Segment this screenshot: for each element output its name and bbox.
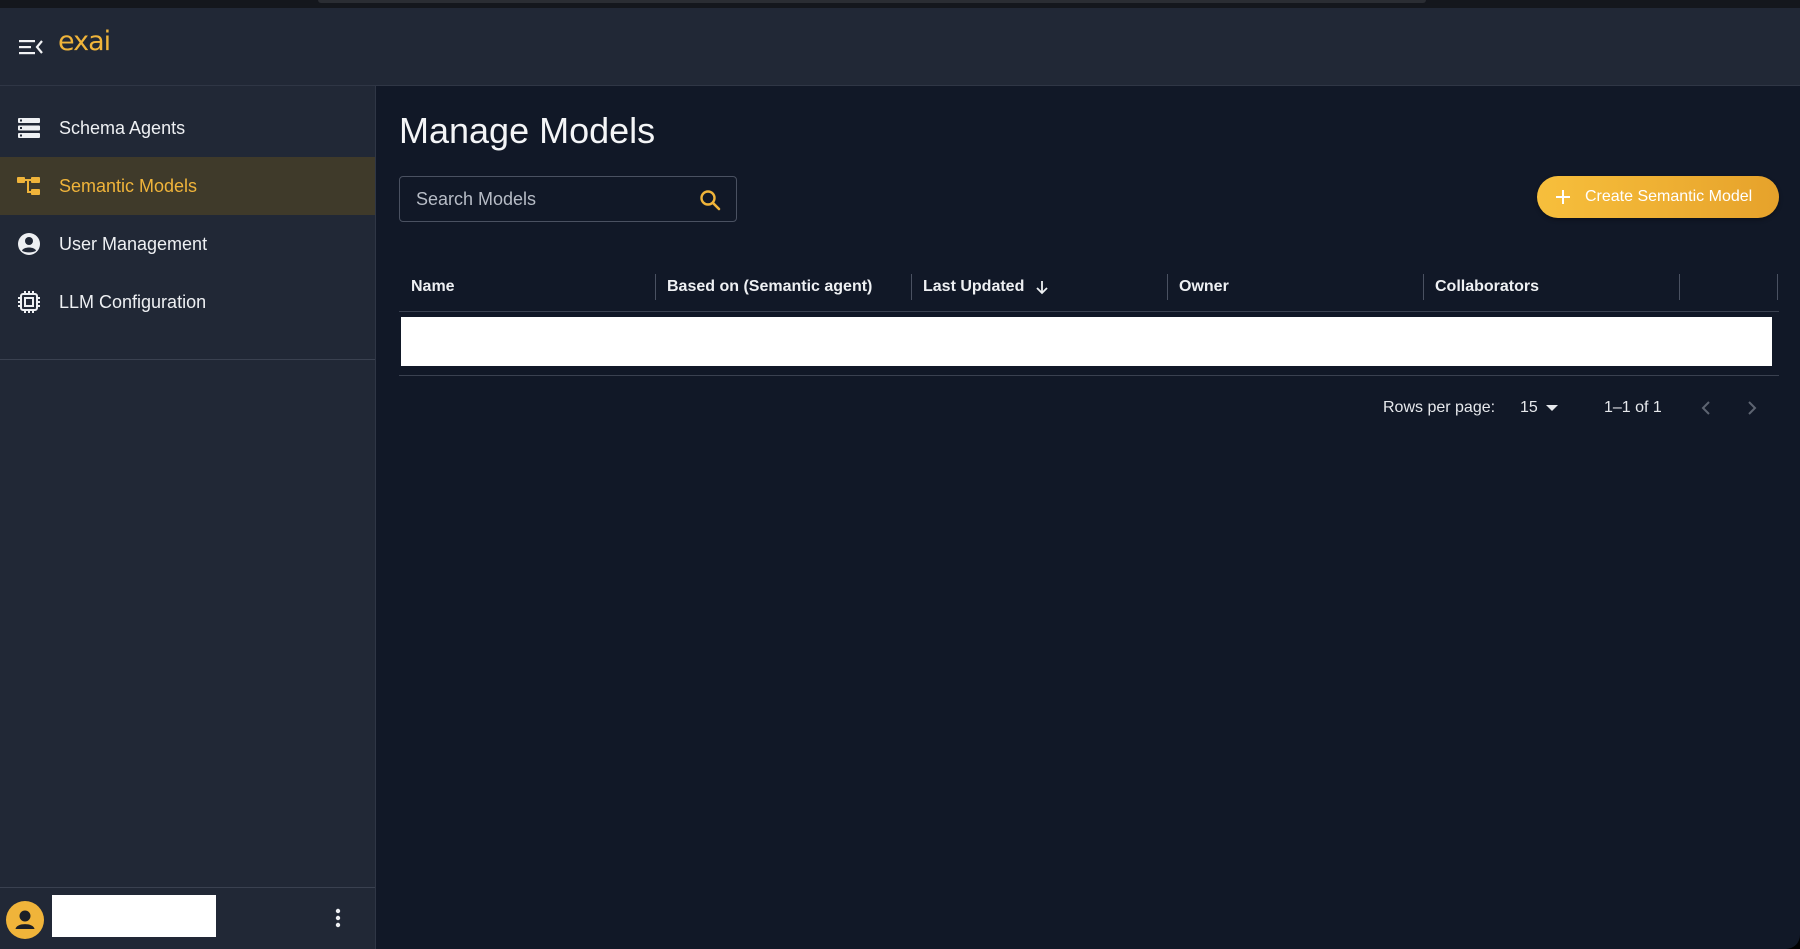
column-label: Based on (Semantic agent) [667,278,873,295]
search-box [399,176,737,222]
chevron-left-icon [1701,401,1710,415]
account-circle-icon [16,232,42,256]
more-vert-icon[interactable] [326,904,350,932]
chevron-right-icon [1748,401,1757,415]
app-window: exai Schema Agents Semantic Models User … [0,0,1800,949]
page-title: Manage Models [399,110,656,151]
window-drag-bar[interactable] [318,0,1426,3]
pagination-range: 1–1 of 1 [1604,399,1662,416]
chip-icon [16,290,42,314]
column-resize-handle[interactable] [911,274,912,300]
sidebar-item-llm-configuration[interactable]: LLM Configuration [0,273,375,331]
column-label: Collaborators [1435,278,1540,295]
column-label: Name [411,278,455,295]
sidebar-footer [0,887,375,949]
create-semantic-model-button[interactable]: Create Semantic Model [1537,176,1779,218]
sidebar-item-label: Schema Agents [59,118,186,138]
arrow-down-icon[interactable] [1034,279,1050,295]
column-resize-handle[interactable] [1777,274,1778,300]
search-input[interactable] [416,177,686,221]
sidebar-item-user-management[interactable]: User Management [0,215,375,273]
sidebar-item-label: User Management [59,234,208,254]
sidebar-divider [0,359,375,360]
rows-per-page-select[interactable]: 15 [1520,396,1568,420]
caret-down-icon [1546,405,1558,411]
app-header: exai [0,8,1800,86]
rows-per-page-value: 15 [1520,399,1538,416]
app-logo[interactable]: exai [58,26,111,57]
column-header-owner[interactable]: Owner [1179,262,1229,312]
sidebar-item-label: Semantic Models [59,176,198,196]
previous-page-button[interactable] [1694,396,1718,420]
table-bottom-border [399,375,1779,376]
create-button-label: Create Semantic Model [1585,188,1753,205]
sidebar-item-label: LLM Configuration [59,292,207,312]
column-header-name[interactable]: Name [411,262,455,312]
column-resize-handle[interactable] [1679,274,1680,300]
column-header-collaborators[interactable]: Collaborators [1435,262,1539,312]
sidebar-item-schema-agents[interactable]: Schema Agents [0,99,375,157]
column-resize-handle[interactable] [1423,274,1424,300]
sidebar: Schema Agents Semantic Models User Manag… [0,86,376,949]
storage-icon [16,116,42,140]
column-header-last-updated[interactable]: Last Updated [923,262,1050,312]
plus-icon [1553,187,1573,207]
column-resize-handle[interactable] [1167,274,1168,300]
column-label: Owner [1179,278,1229,295]
table-row[interactable] [401,317,1772,366]
window-top-strip [0,0,1800,8]
rows-per-page-label: Rows per page: [1383,399,1496,416]
table-header: Name Based on (Semantic agent) Last Upda… [399,262,1779,312]
column-label: Last Updated [923,278,1025,295]
search-icon[interactable] [698,188,722,212]
sidebar-item-semantic-models[interactable]: Semantic Models [0,157,375,215]
schema-tree-icon [16,174,42,198]
user-name [52,895,216,937]
column-header-based-on[interactable]: Based on (Semantic agent) [667,262,872,312]
avatar[interactable] [6,901,44,939]
column-resize-handle[interactable] [655,274,656,300]
collapse-menu-icon[interactable] [14,34,46,60]
main-content: Manage Models Create Semantic Model Name [376,86,1800,949]
next-page-button[interactable] [1740,396,1764,420]
